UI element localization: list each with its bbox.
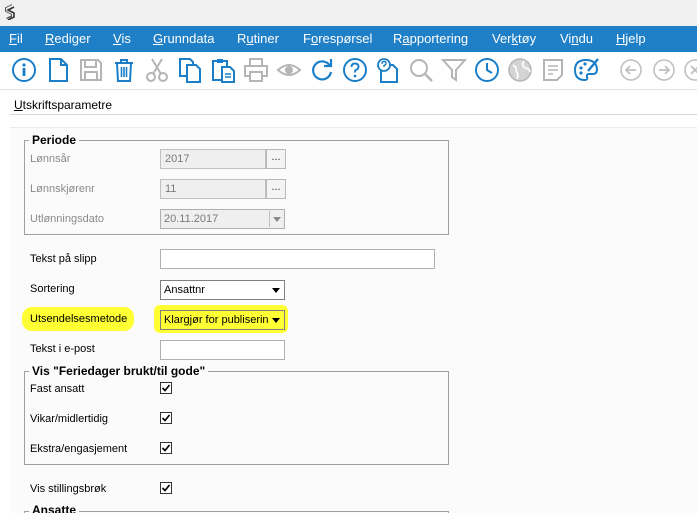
history-icon[interactable] xyxy=(474,57,500,83)
chevron-down-icon xyxy=(269,211,283,227)
chevron-down-icon xyxy=(269,282,283,298)
copy-icon[interactable] xyxy=(177,57,203,83)
tekst-pa-slipp-label: Tekst på slipp xyxy=(30,253,97,265)
document-help-icon[interactable] xyxy=(375,57,401,83)
panel-divider xyxy=(10,114,697,115)
checkmark-icon xyxy=(161,384,171,392)
menu-rutiner[interactable]: Rutiner xyxy=(237,31,279,47)
forward-icon[interactable] xyxy=(651,57,677,83)
utsendelsesmetode-label: Utsendelsesmetode xyxy=(30,313,128,325)
panel-title: Utskriftsparametre xyxy=(14,98,113,112)
menu-vis[interactable]: Vis xyxy=(113,31,131,47)
vikar-checkbox[interactable] xyxy=(160,412,172,424)
paste-icon[interactable] xyxy=(210,57,236,83)
menu-rapportering[interactable]: Rapportering xyxy=(393,31,468,47)
tekst-i-epost-label: Tekst i e-post xyxy=(30,343,95,355)
help-icon[interactable] xyxy=(342,57,368,83)
lonnsar-field[interactable]: 2017 xyxy=(160,149,266,169)
feriedager-group-title: Vis "Feriedager brukt/til gode" xyxy=(29,364,209,378)
chevron-down-icon xyxy=(269,312,283,328)
app-logo-icon xyxy=(5,4,15,20)
ansatte-group-title: Ansatte xyxy=(29,503,80,513)
filter-icon[interactable] xyxy=(441,57,467,83)
menu-rediger[interactable]: Rediger xyxy=(45,31,91,47)
vikar-label: Vikar/midlertidig xyxy=(30,413,109,425)
utsendelsesmetode-select[interactable]: Klargjør for publiserin xyxy=(160,310,285,330)
menu-verktoy[interactable]: Verktøy xyxy=(492,31,536,47)
globe-icon[interactable] xyxy=(507,57,533,83)
close-icon[interactable] xyxy=(682,57,697,83)
sortering-select[interactable]: Ansattnr xyxy=(160,280,285,300)
checkmark-icon xyxy=(161,414,171,422)
lonnsar-lookup-button[interactable]: ... xyxy=(266,149,286,169)
back-icon[interactable] xyxy=(618,57,644,83)
info-icon[interactable] xyxy=(11,57,37,83)
lonnskjorenr-label: Lønnskjørenr xyxy=(30,183,95,195)
fast-ansatt-checkbox[interactable] xyxy=(160,382,172,394)
checkmark-icon xyxy=(161,444,171,452)
save-icon[interactable] xyxy=(78,57,104,83)
search-icon[interactable] xyxy=(408,57,434,83)
tekst-pa-slipp-input[interactable] xyxy=(160,249,435,269)
periode-group-title: Periode xyxy=(29,133,80,147)
sortering-label: Sortering xyxy=(30,283,75,295)
new-document-icon[interactable] xyxy=(45,57,71,83)
menu-hjelp[interactable]: Hjelp xyxy=(616,31,646,47)
utlonningsdato-select[interactable]: 20.11.2017 xyxy=(160,209,285,229)
vis-stillingsbrok-label: Vis stillingsbrøk xyxy=(30,483,107,495)
notes-icon[interactable] xyxy=(540,57,566,83)
menu-vindu[interactable]: Vindu xyxy=(560,31,593,47)
toolbar xyxy=(0,52,697,90)
menu-grunndata[interactable]: Grunndata xyxy=(153,31,214,47)
tekst-i-epost-input[interactable] xyxy=(160,340,285,360)
checkmark-icon xyxy=(161,484,171,492)
menu-bar: Fil Rediger Vis Grunndata Rutiner Foresp… xyxy=(0,26,697,52)
lonnskjorenr-lookup-button[interactable]: ... xyxy=(266,179,286,199)
menu-foresporsel[interactable]: Forespørsel xyxy=(303,31,372,47)
ekstra-checkbox[interactable] xyxy=(160,442,172,454)
lonnskjorenr-field[interactable]: 11 xyxy=(160,179,266,199)
cut-icon[interactable] xyxy=(144,57,170,83)
menu-fil[interactable]: Fil xyxy=(9,31,23,47)
print-icon[interactable] xyxy=(243,57,269,83)
utlonningsdato-label: Utlønningsdato xyxy=(30,213,104,225)
delete-icon[interactable] xyxy=(111,57,137,83)
vis-stillingsbrok-checkbox[interactable] xyxy=(160,482,172,494)
lonnsar-label: Lønnsår xyxy=(30,153,71,165)
palette-icon[interactable] xyxy=(573,57,599,83)
preview-icon[interactable] xyxy=(276,57,302,83)
title-bar xyxy=(0,0,697,26)
ekstra-label: Ekstra/engasjement xyxy=(30,443,128,455)
fast-ansatt-label: Fast ansatt xyxy=(30,383,85,395)
refresh-icon[interactable] xyxy=(309,57,335,83)
